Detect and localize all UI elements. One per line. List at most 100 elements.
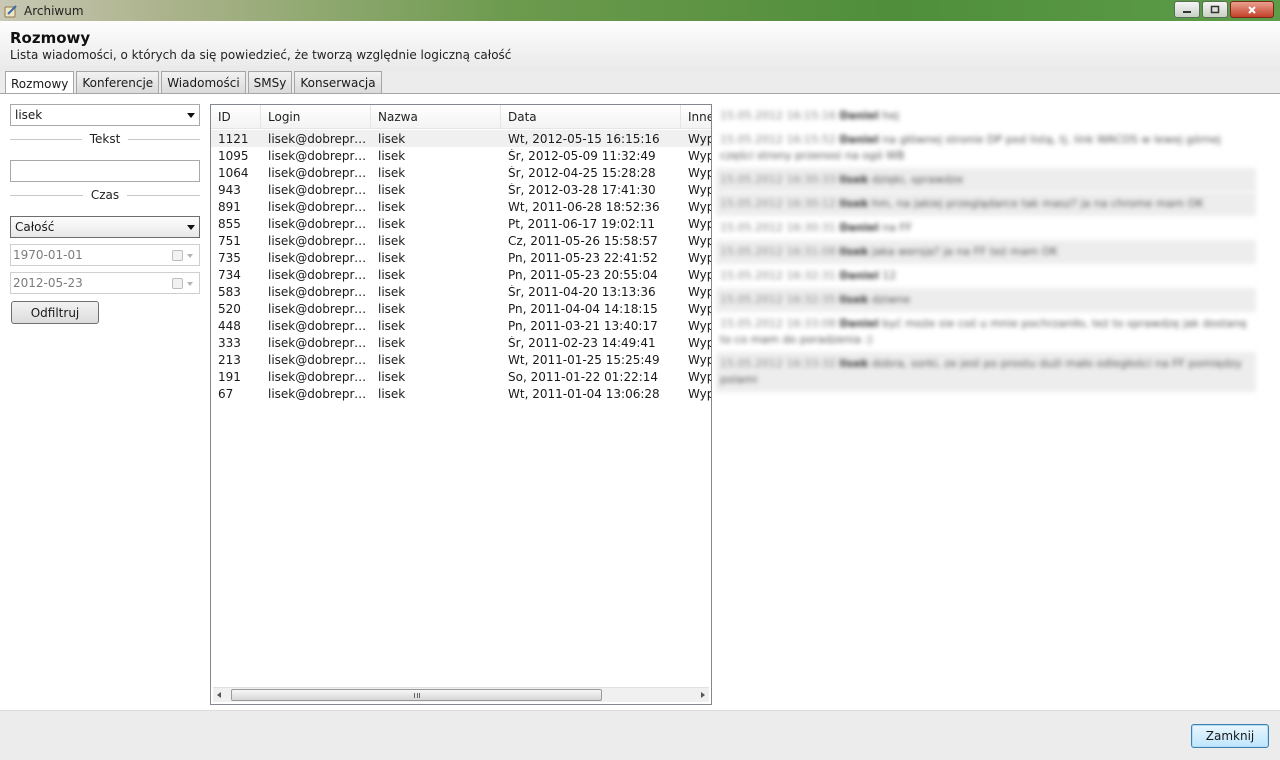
window-controls (1174, 1, 1274, 18)
divider (10, 194, 83, 196)
cell-id: 943 (218, 182, 241, 197)
calendar-icon (172, 278, 183, 289)
archive-app-icon (4, 4, 17, 17)
user-select-value: lisek (15, 108, 43, 122)
table-row[interactable]: 734 lisek@dobreprogramy.pl lisek Pn, 2011-0… (211, 266, 712, 283)
table-row[interactable]: 751 lisek@dobreprogramy.pl lisek Cz, 2011-0… (211, 232, 711, 249)
tab-rozmowy[interactable]: Rozmowy (5, 71, 75, 95)
cell-name: lisek (378, 233, 406, 248)
cell-date: Wt, 2011-06-28 18:52:36 (508, 199, 660, 214)
table-row[interactable]: 333 lisek@dobreprogramy.pl lisek Śr, 2011-0… (211, 334, 711, 351)
message-item: 15.05.2012 16:15:16 Daniel hej (716, 104, 1256, 128)
cell-date: Pn, 2011-04-04 14:18:15 (508, 301, 658, 316)
horizontal-scrollbar[interactable] (213, 687, 709, 702)
message-author: lisek (839, 293, 869, 306)
cell-date: Śr, 2012-03-28 17:41:30 (508, 182, 656, 197)
tab-wiadomosci[interactable]: Wiadomości (161, 71, 246, 94)
minimize-button[interactable] (1174, 1, 1200, 18)
cell-name: lisek (378, 131, 406, 146)
cell-date: Śr, 2012-05-09 11:32:49 (508, 148, 656, 163)
cell-login: lisek@dobreprogramy.pl (268, 318, 371, 333)
cell-date: Wt, 2012-05-15 16:15:16 (508, 131, 660, 146)
column-header-date[interactable]: Data (501, 105, 681, 129)
cell-other: Wyp (688, 250, 712, 265)
table-row[interactable]: 735 lisek@dobreprogramy.pl lisek Pn, 2011-0… (211, 249, 712, 266)
table-row[interactable]: 191 lisek@dobreprogramy.pl lisek So, 2011-0… (211, 368, 711, 385)
message-author: Daniel (839, 269, 879, 282)
cell-other: Wyp (688, 267, 712, 282)
minimize-icon (1183, 10, 1191, 13)
user-select[interactable]: lisek (10, 104, 200, 126)
tab-smsy[interactable]: SMSy (247, 71, 293, 94)
calendar-icon (172, 250, 183, 261)
filter-button[interactable]: Odfiltruj (11, 301, 99, 324)
cell-id: 1064 (218, 165, 249, 180)
table-row[interactable]: 520 lisek@dobreprogramy.pl lisek Pn, 2011-0… (211, 300, 711, 317)
table-row[interactable]: 891 lisek@dobreprogramy.pl lisek Wt, 2011-0… (211, 198, 711, 215)
maximize-button[interactable] (1202, 1, 1228, 18)
cell-id: 735 (218, 250, 241, 265)
divider (127, 194, 201, 196)
table-row[interactable]: 213 lisek@dobreprogramy.pl lisek Wt, 2011-0… (211, 351, 711, 368)
table-row[interactable]: 583 lisek@dobreprogramy.pl lisek Śr, 2011-0… (211, 283, 711, 300)
tab-konferencje[interactable]: Konferencje (76, 71, 160, 94)
message-item: 15.05.2012 16:32:35 lisek dziwne (716, 288, 1256, 312)
table-row[interactable]: 1064 lisek@dobreprogramy.pl lisek Śr, 2012-… (211, 164, 712, 181)
table-row[interactable]: 943 lisek@dobreprogramy.pl lisek Śr, 2012-0… (211, 181, 712, 198)
message-author: lisek (839, 197, 869, 210)
page-header: Rozmowy Lista wiadomości, o których da s… (0, 21, 1280, 71)
message-timestamp: 15.05.2012 16:30:33 (720, 173, 836, 186)
cell-other: Wyp (688, 165, 712, 180)
date-from-value: 1970-01-01 (13, 248, 83, 262)
cell-login: lisek@dobreprogramy.pl (268, 233, 371, 248)
cell-login: lisek@dobreprogramy.pl (268, 148, 371, 163)
message-timestamp: 15.05.2012 16:31:08 (720, 245, 836, 258)
column-header-login[interactable]: Login (261, 105, 371, 129)
cell-date: Śr, 2011-02-23 14:49:41 (508, 335, 656, 350)
message-author: lisek (839, 357, 869, 370)
cell-other: Wyp (688, 182, 712, 197)
close-button[interactable]: Zamknij (1191, 724, 1269, 748)
cell-other: Wyp (688, 318, 712, 333)
cell-id: 734 (218, 267, 241, 282)
page-subtitle: Lista wiadomości, o których da się powie… (10, 48, 512, 62)
message-author: lisek (839, 245, 869, 258)
date-from-field[interactable]: 1970-01-01 (10, 244, 200, 266)
table-row[interactable]: 855 lisek@dobreprogramy.pl lisek Pt, 2011-0… (211, 215, 711, 232)
message-item: 15.05.2012 16:33:32 lisek dobra, sorki, … (716, 352, 1256, 392)
date-to-field[interactable]: 2012-05-23 (10, 272, 200, 294)
text-label: Tekst (89, 132, 121, 146)
time-range-select[interactable]: Całość (10, 216, 200, 238)
divider (10, 138, 82, 140)
message-item: 15.05.2012 16:15:52 Daniel na głównej st… (716, 128, 1256, 168)
tab-konserwacja[interactable]: Konserwacja (294, 71, 382, 94)
message-text: na FF (882, 221, 913, 234)
message-item: 15.05.2012 16:31:08 lisek jaka wersja? j… (716, 240, 1256, 264)
column-header-other[interactable]: Inne (681, 105, 711, 129)
message-timestamp: 15.05.2012 16:33:08 (720, 317, 836, 330)
cell-login: lisek@dobreprogramy.pl (268, 131, 371, 146)
table-row[interactable]: 1095 lisek@dobreprogramy.pl lisek Śr, 2012-… (211, 147, 712, 164)
message-item: 15.05.2012 16:30:12 lisek hm, na jakiej … (716, 192, 1256, 216)
close-icon (1248, 5, 1256, 14)
column-header-name[interactable]: Nazwa (371, 105, 501, 129)
cell-date: Cz, 2011-05-26 15:58:57 (508, 233, 658, 248)
table-row[interactable]: 448 lisek@dobreprogramy.pl lisek Pn, 2011-0… (211, 317, 712, 334)
scroll-left-icon[interactable] (217, 692, 221, 698)
scroll-right-icon[interactable] (701, 692, 705, 698)
message-text: hm, na jakiej przeglądarce tak masz? ja … (871, 197, 1204, 210)
time-range-value: Całość (15, 220, 55, 234)
table-row[interactable]: 67 lisek@dobreprogramy.pl lisek Wt, 2011-01… (211, 385, 711, 402)
cell-login: lisek@dobreprogramy.pl (268, 182, 371, 197)
cell-name: lisek (378, 352, 406, 367)
title-bar[interactable]: Archiwum (0, 0, 1280, 21)
text-search-input[interactable] (10, 160, 200, 182)
cell-other: Wyp (688, 148, 712, 163)
column-header-id[interactable]: ID (211, 105, 261, 129)
scrollbar-thumb[interactable] (231, 689, 602, 701)
table-row[interactable]: 1121 lisek@dobreprogramy.pl lisek Wt, 2012-… (211, 130, 711, 147)
close-window-button[interactable] (1230, 1, 1274, 18)
cell-id: 1095 (218, 148, 249, 163)
message-timestamp: 15.05.2012 16:30:12 (720, 197, 836, 210)
footer: Zamknij (0, 710, 1280, 760)
